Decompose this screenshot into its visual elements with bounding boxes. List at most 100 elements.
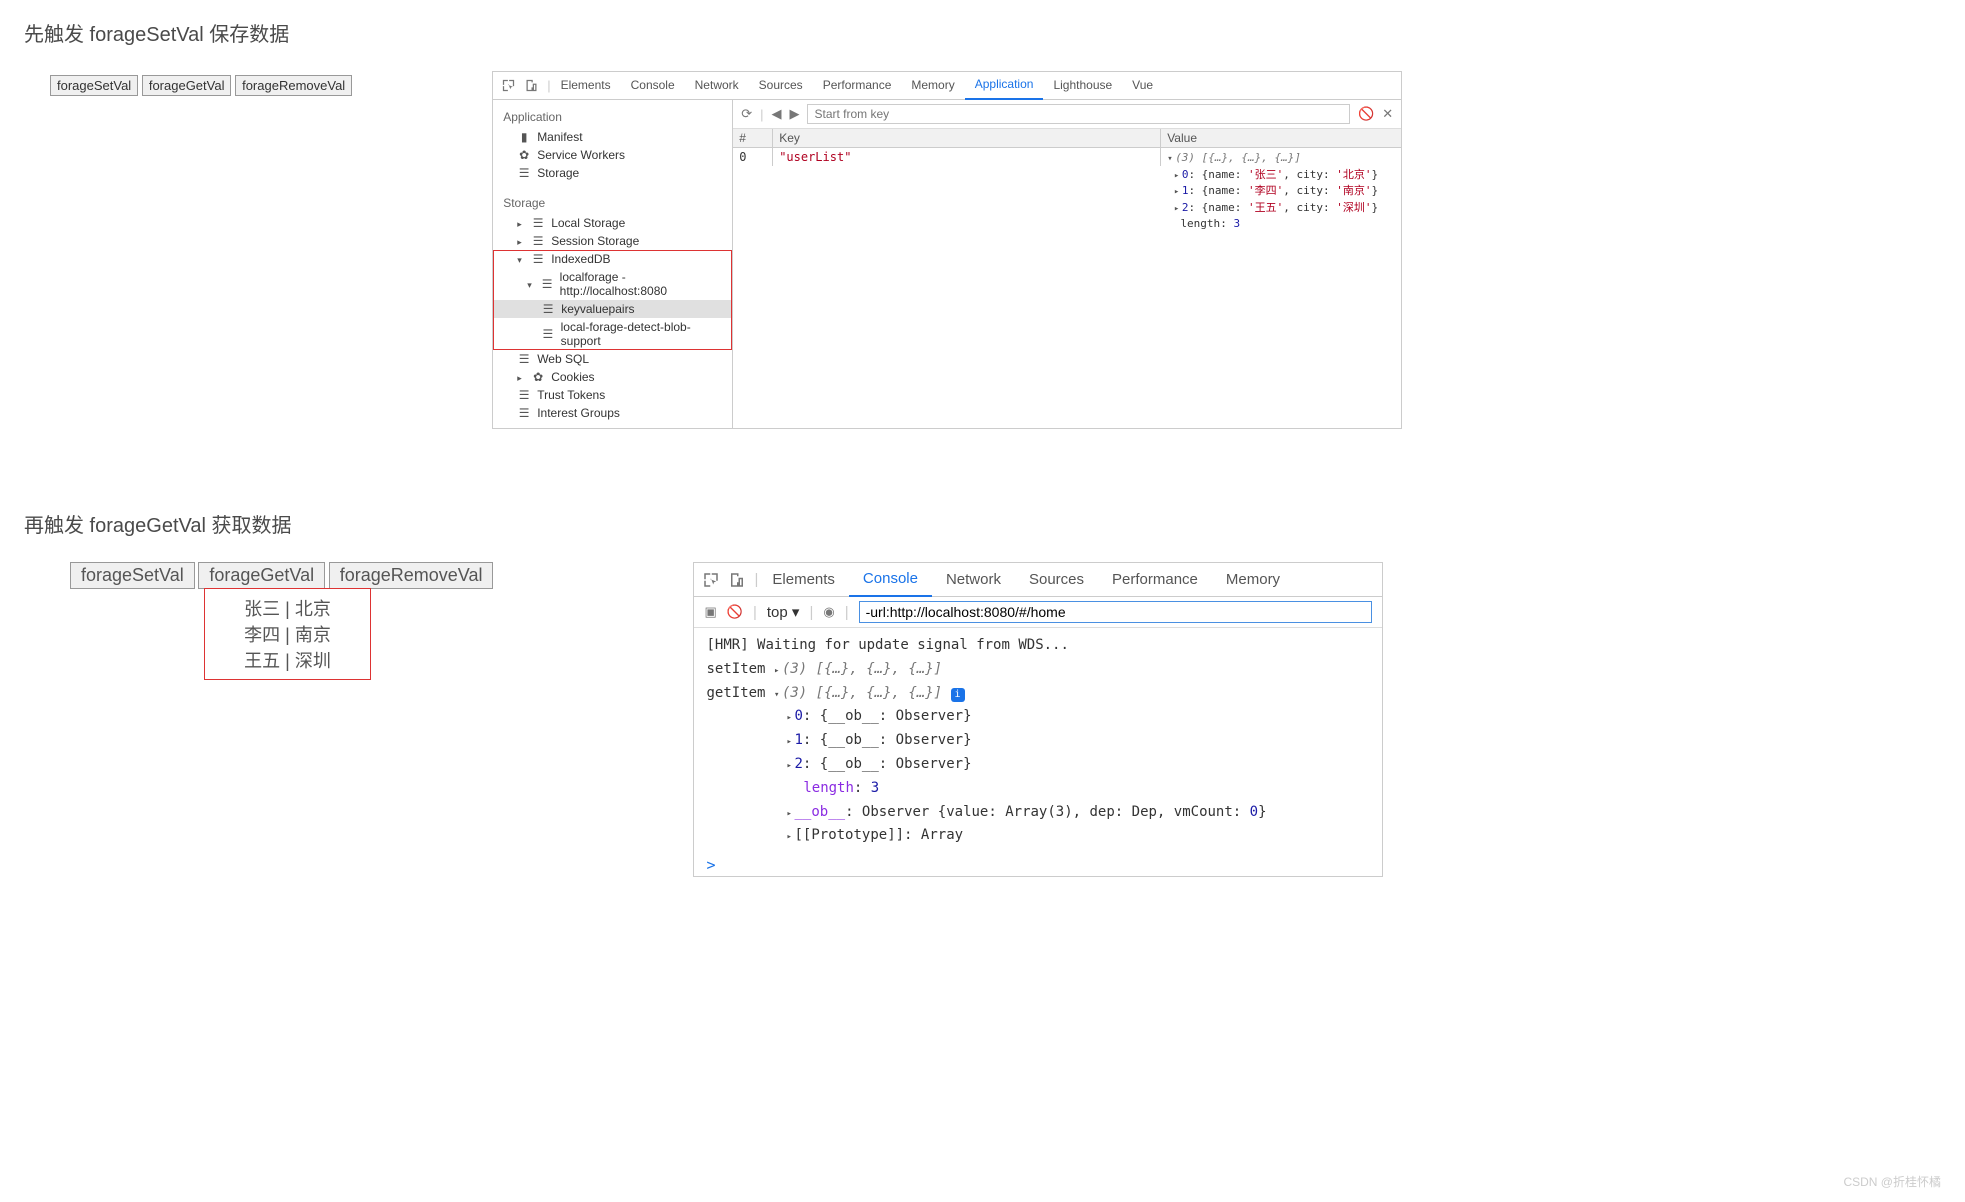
row-key: "userList" [773, 148, 1161, 166]
sidebar-item-indexeddb[interactable]: ☰IndexedDB [493, 250, 732, 268]
eye-icon[interactable]: ◉ [823, 604, 834, 620]
console-line: setItem (3) [{…}, {…}, {…}] [706, 658, 1370, 682]
tab-sources[interactable]: Sources [749, 72, 813, 99]
demo-button-row-2: forageSetVal forageGetVal forageRemoveVa… [70, 562, 493, 589]
tab2-performance[interactable]: Performance [1098, 563, 1212, 596]
sidebar-heading-application: Application [493, 106, 732, 128]
console-line: length: 3 [706, 777, 1370, 801]
db-icon: ☰ [517, 388, 531, 402]
key-filter-input[interactable] [807, 104, 1350, 124]
context-selector[interactable]: top ▾ [767, 603, 800, 621]
tab-performance[interactable]: Performance [813, 72, 902, 99]
forage-get-button[interactable]: forageGetVal [142, 75, 232, 96]
manifest-icon: ▮ [517, 130, 531, 144]
gear-icon: ✿ [517, 148, 531, 162]
next-page-icon[interactable]: ▶ [789, 106, 799, 122]
sidebar-item-interest-groups[interactable]: ☰Interest Groups [493, 404, 732, 422]
sidebar-item-local-storage[interactable]: ☰Local Storage [493, 214, 732, 232]
tab-application[interactable]: Application [965, 71, 1044, 100]
db-icon: ☰ [517, 352, 531, 366]
tab-network[interactable]: Network [685, 72, 749, 99]
console-line: [HMR] Waiting for update signal from WDS… [706, 634, 1370, 658]
forage-get-button-2[interactable]: forageGetVal [198, 562, 325, 589]
console-sidebar-toggle-icon[interactable]: ▣ [704, 604, 716, 620]
tab-memory[interactable]: Memory [901, 72, 964, 99]
inspect-icon[interactable] [702, 571, 720, 589]
storage-icon: ☰ [517, 166, 531, 180]
tab2-elements[interactable]: Elements [758, 563, 849, 596]
devtools-tabbar: | Elements Console Network Sources Perfo… [493, 72, 1401, 100]
cookie-icon: ✿ [531, 370, 545, 384]
refresh-icon[interactable]: ⟳ [741, 106, 752, 122]
db-icon: ☰ [517, 406, 531, 420]
row-value: (3) [{…}, {…}, {…}] 0: {name: '张三', city… [1161, 148, 1401, 235]
col-key: Key [773, 129, 1161, 147]
db-icon: ☰ [531, 252, 545, 266]
col-index: # [733, 129, 773, 147]
console-filter-input[interactable] [859, 601, 1373, 623]
device-icon[interactable] [728, 571, 746, 589]
application-sidebar: Application ▮Manifest ✿Service Workers ☰… [493, 100, 733, 428]
console-prompt[interactable]: > [694, 854, 1382, 876]
col-value: Value [1161, 129, 1401, 147]
forage-set-button[interactable]: forageSetVal [50, 75, 138, 96]
tab-lighthouse[interactable]: Lighthouse [1043, 72, 1122, 99]
devtools2-tabbar: | Elements Console Network Sources Perfo… [694, 563, 1382, 597]
row-index: 0 [733, 148, 773, 166]
info-icon[interactable]: i [951, 688, 965, 702]
sidebar-item-idb-keyvaluepairs[interactable]: ☰keyvaluepairs [493, 300, 732, 318]
sidebar-item-session-storage[interactable]: ☰Session Storage [493, 232, 732, 250]
clear-console-icon[interactable]: 🚫 [727, 604, 743, 620]
console-line: 0: {__ob__: Observer} [706, 705, 1370, 729]
sidebar-item-storage[interactable]: ☰Storage [493, 164, 732, 182]
console-line: [[Prototype]]: Array [706, 824, 1370, 848]
watermark: CSDN @折桂怀橘 [1843, 1173, 1941, 1190]
console-toolbar: ▣ 🚫 | top ▾ | ◉ | [694, 597, 1382, 628]
console-line: __ob__: Observer {value: Array(3), dep: … [706, 801, 1370, 825]
db-icon: ☰ [531, 216, 545, 230]
result-item: 王五 | 深圳 [215, 647, 360, 673]
tab2-sources[interactable]: Sources [1015, 563, 1098, 596]
forage-remove-button-2[interactable]: forageRemoveVal [329, 562, 494, 589]
console-line: 2: {__ob__: Observer} [706, 753, 1370, 777]
sidebar-item-service-workers[interactable]: ✿Service Workers [493, 146, 732, 164]
idb-filterbar: ⟳ | ◀ ▶ 🚫 ✕ [733, 100, 1401, 129]
devtools-console-panel: | Elements Console Network Sources Perfo… [693, 562, 1383, 877]
sidebar-item-manifest[interactable]: ▮Manifest [493, 128, 732, 146]
db-icon: ☰ [531, 234, 545, 248]
sidebar-item-websql[interactable]: ☰Web SQL [493, 350, 732, 368]
clear-icon[interactable]: 🚫 [1358, 106, 1374, 122]
result-list-box: 张三 | 北京 李四 | 南京 王五 | 深圳 [205, 589, 370, 679]
inspect-icon[interactable] [501, 78, 516, 93]
table-icon: ☰ [541, 302, 555, 316]
idb-table-row[interactable]: 0 "userList" (3) [{…}, {…}, {…}] 0: {nam… [733, 148, 1401, 235]
tab2-console[interactable]: Console [849, 562, 932, 597]
application-main: ⟳ | ◀ ▶ 🚫 ✕ # Key Value 0 [733, 100, 1401, 428]
result-item: 张三 | 北京 [215, 595, 360, 621]
tab-elements[interactable]: Elements [551, 72, 621, 99]
tab2-network[interactable]: Network [932, 563, 1015, 596]
console-line: getItem (3) [{…}, {…}, {…}] i [706, 682, 1370, 706]
devtools-panel: | Elements Console Network Sources Perfo… [492, 71, 1402, 429]
close-icon[interactable]: ✕ [1382, 106, 1393, 122]
table-icon: ☰ [541, 327, 554, 341]
forage-set-button-2[interactable]: forageSetVal [70, 562, 195, 589]
sidebar-item-idb-database[interactable]: ☰localforage - http://localhost:8080 [493, 268, 732, 300]
console-line: 1: {__ob__: Observer} [706, 729, 1370, 753]
db-icon: ☰ [541, 277, 554, 291]
tab-vue[interactable]: Vue [1122, 72, 1163, 99]
demo-button-row-1: forageSetVal forageGetVal forageRemoveVa… [50, 75, 352, 96]
tab2-memory[interactable]: Memory [1212, 563, 1294, 596]
tab-console[interactable]: Console [621, 72, 685, 99]
result-item: 李四 | 南京 [215, 621, 360, 647]
console-output: [HMR] Waiting for update signal from WDS… [694, 628, 1382, 854]
prev-page-icon[interactable]: ◀ [771, 106, 781, 122]
forage-remove-button[interactable]: forageRemoveVal [235, 75, 352, 96]
sidebar-item-cookies[interactable]: ✿Cookies [493, 368, 732, 386]
sidebar-item-idb-blob-support[interactable]: ☰local-forage-detect-blob-support [493, 318, 732, 350]
section1-caption: 先触发 forageSetVal 保存数据 [24, 18, 1945, 47]
sidebar-item-trust-tokens[interactable]: ☰Trust Tokens [493, 386, 732, 404]
device-icon[interactable] [524, 78, 539, 93]
sidebar-heading-storage: Storage [493, 192, 732, 214]
section2-caption: 再触发 forageGetVal 获取数据 [24, 509, 1945, 538]
